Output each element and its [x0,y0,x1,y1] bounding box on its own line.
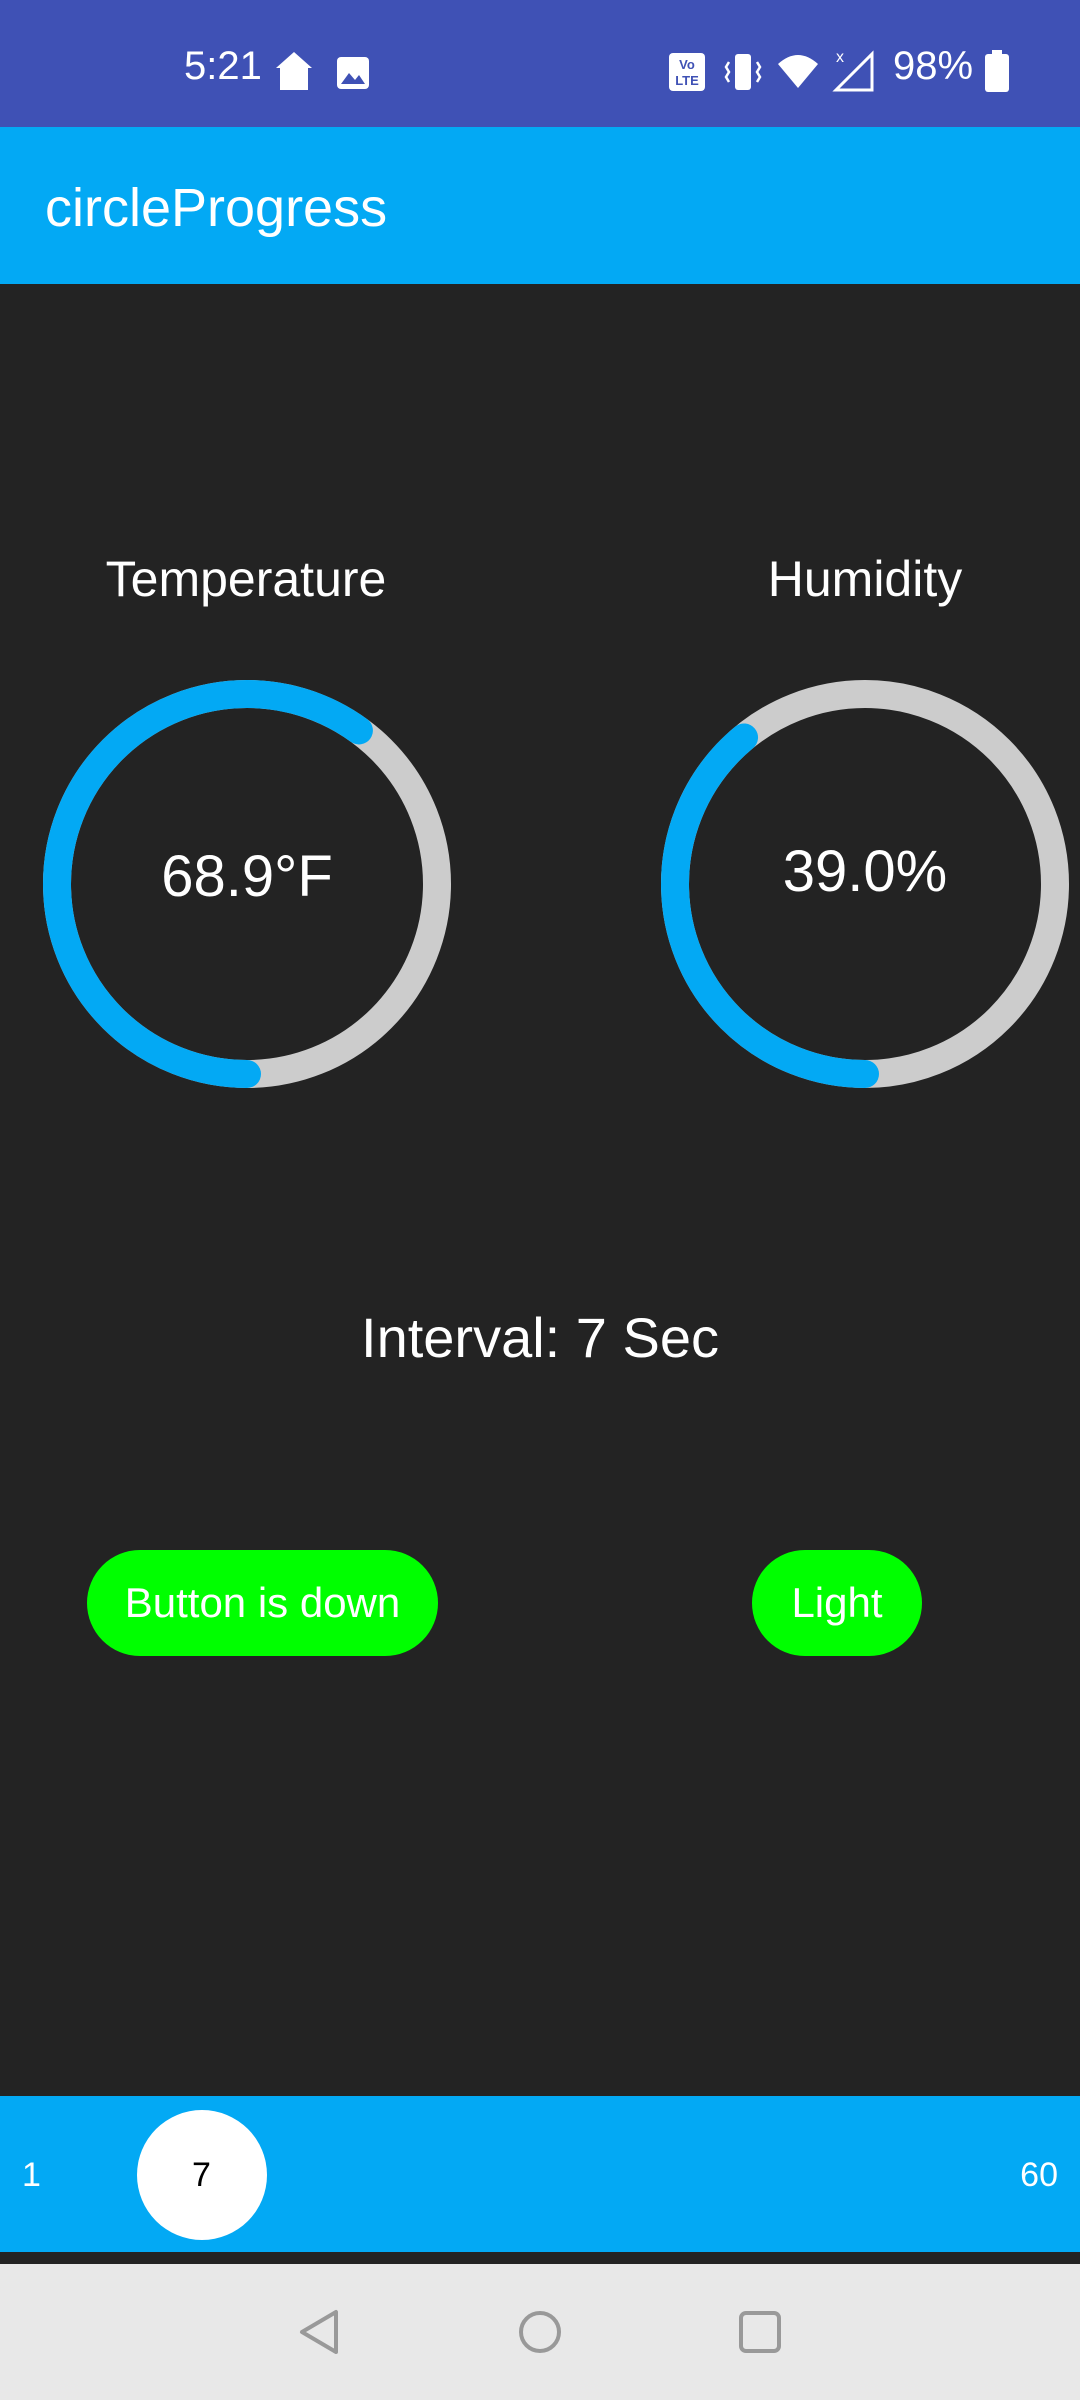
battery-percent: 98% [893,44,974,88]
svg-text:LTE: LTE [675,73,699,88]
home-button-icon[interactable] [516,2308,564,2356]
svg-text:x: x [836,49,844,66]
svg-text:Vo: Vo [679,57,695,72]
navigation-bar [0,2264,1080,2400]
app-bar: circleProgress [0,127,1080,284]
humidity-label: Humidity [767,551,963,607]
interval-slider[interactable]: 1 7 60 [0,2096,1080,2252]
wifi-icon [778,55,818,88]
slider-thumb[interactable]: 7 [136,2110,267,2240]
button-state-button[interactable]: Button is down [87,1550,438,1656]
temperature-label: Temperature [105,551,387,607]
recents-icon[interactable] [736,2308,784,2356]
volte-icon: Vo LTE [669,53,705,91]
light-button[interactable]: Light [752,1550,922,1656]
status-time: 5:21 [184,44,262,88]
temperature-value: 68.9°F [161,844,333,909]
slider-min-label: 1 [22,2156,41,2194]
back-icon[interactable] [296,2308,344,2356]
vibrate-icon [724,54,762,90]
app-title: circleProgress [45,178,388,238]
interval-text: Interval: 7 Sec [361,1306,719,1369]
image-icon [337,57,369,89]
battery-icon [985,50,1009,92]
home-icon [276,52,312,90]
humidity-value: 39.0% [782,839,948,904]
signal-icon: x [832,49,874,92]
status-bar: 5:21 Vo LTE x 98% [0,0,1080,127]
slider-max-label: 60 [1020,2156,1058,2194]
